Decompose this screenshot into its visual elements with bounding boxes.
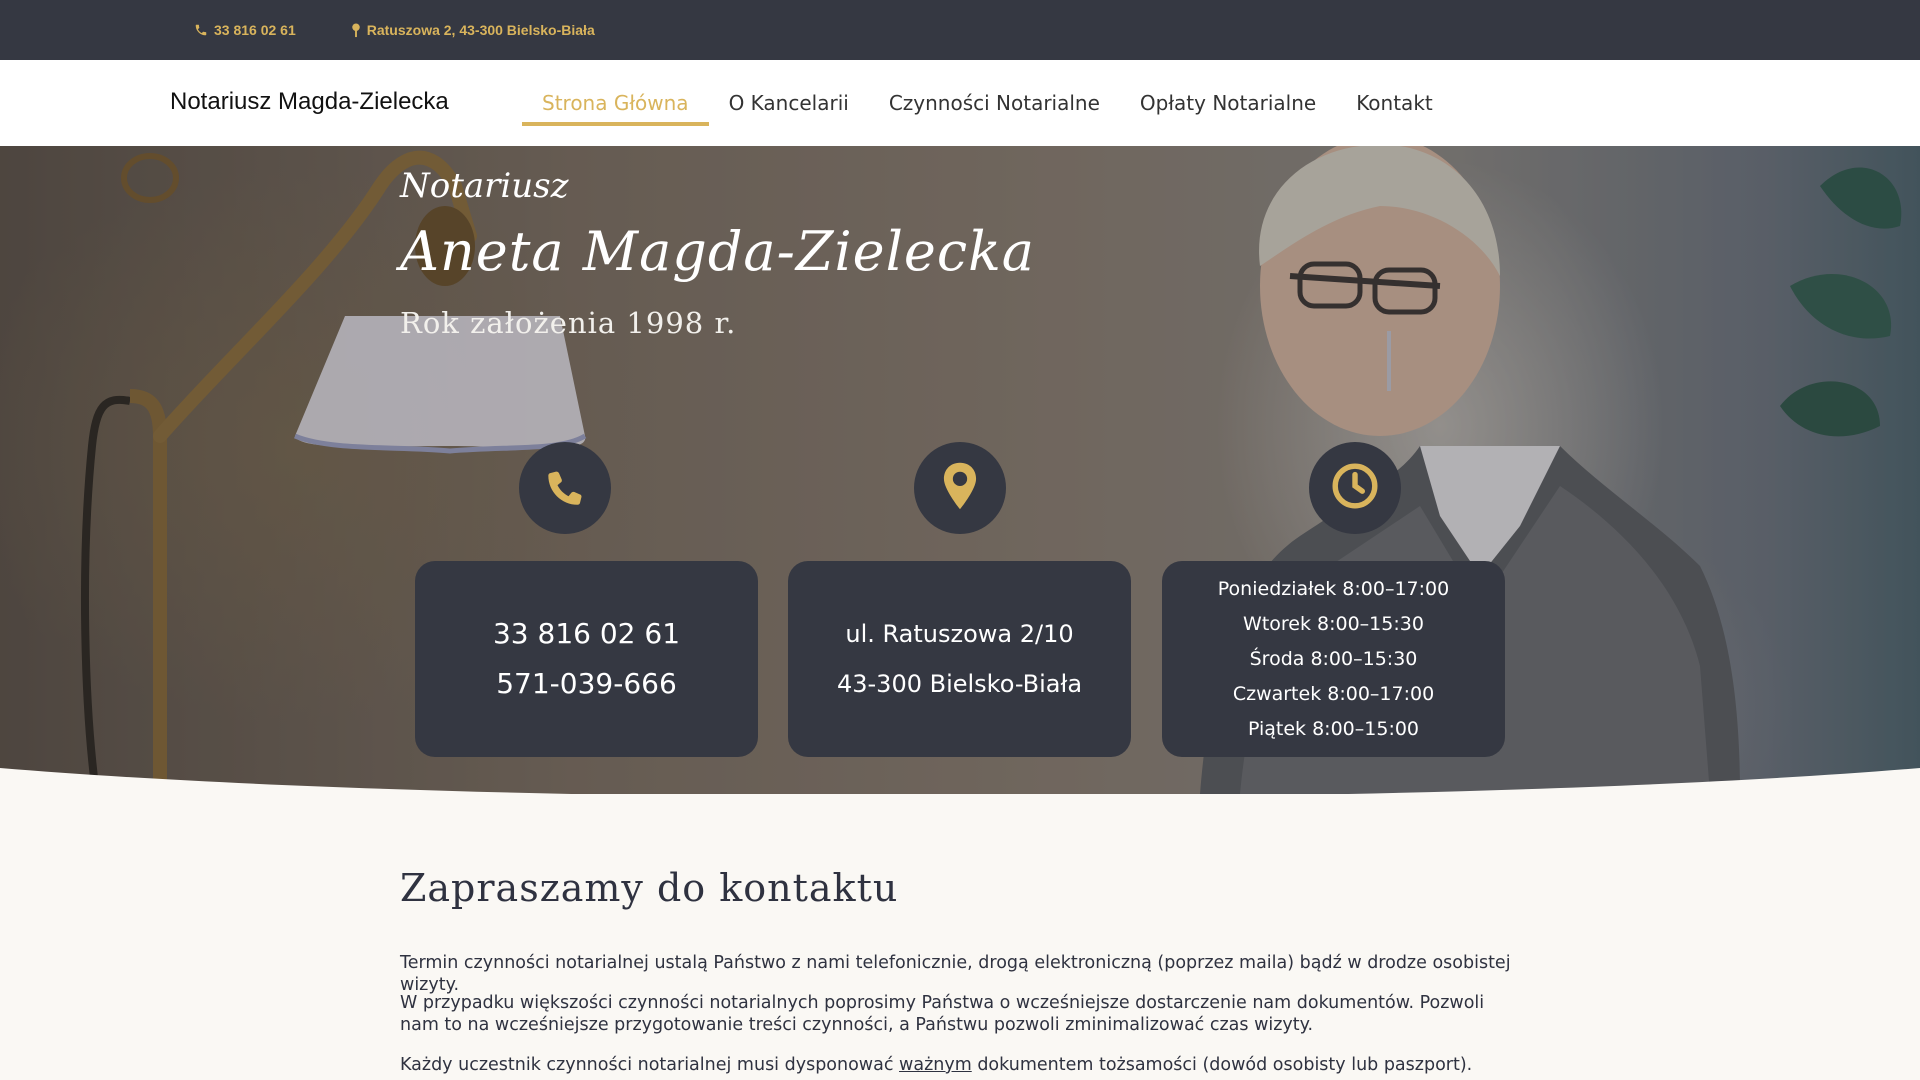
hero-section: Notariusz Aneta Magda-Zielecka Rok założ… [0, 146, 1920, 794]
nav-item-home[interactable]: Strona Główna [522, 60, 709, 146]
p3-text-before: Każdy uczestnik czynności notarialnej mu… [400, 1055, 900, 1075]
nav-item-about[interactable]: O Kancelarii [709, 60, 869, 146]
contact-section: Zapraszamy do kontaktu Termin czynności … [400, 866, 1520, 1075]
topbar-address-text: Ratuszowa 2, 43-300 Bielsko-Biała [366, 22, 595, 38]
topbar-phone[interactable]: 33 816 02 61 [194, 22, 296, 38]
map-pin-icon [351, 22, 361, 38]
p3-text-after: dokumentem tożsamości (dowód osobisty lu… [971, 1055, 1473, 1075]
contact-paragraph-1: Termin czynności notarialnej ustalą Pańs… [400, 953, 1511, 995]
nav-item-fees[interactable]: Opłaty Notarialne [1120, 60, 1336, 146]
site-brand[interactable]: Notariusz Magda-Zielecka [170, 88, 449, 116]
contact-paragraph-3: Każdy uczestnik czynności notarialnej mu… [400, 1054, 1520, 1076]
valid-document-link[interactable]: ważnym [899, 1055, 972, 1075]
topbar-phone-text: 33 816 02 61 [214, 22, 296, 38]
hero-wave-divider [0, 768, 1920, 794]
phone-icon [194, 23, 208, 37]
top-bar: 33 816 02 61 Ratuszowa 2, 43-300 Bielsko… [0, 0, 1920, 60]
nav-item-services[interactable]: Czynności Notarialne [869, 60, 1120, 146]
main-menu: Strona Główna O Kancelarii Czynności Not… [522, 60, 1453, 146]
nav-item-contact[interactable]: Kontakt [1336, 60, 1453, 146]
contact-paragraph-2: W przypadku większości czynności notaria… [400, 993, 1485, 1035]
main-navbar: Notariusz Magda-Zielecka Strona Główna O… [0, 60, 1920, 146]
contact-heading: Zapraszamy do kontaktu [400, 866, 899, 910]
topbar-address[interactable]: Ratuszowa 2, 43-300 Bielsko-Biała [351, 22, 595, 38]
